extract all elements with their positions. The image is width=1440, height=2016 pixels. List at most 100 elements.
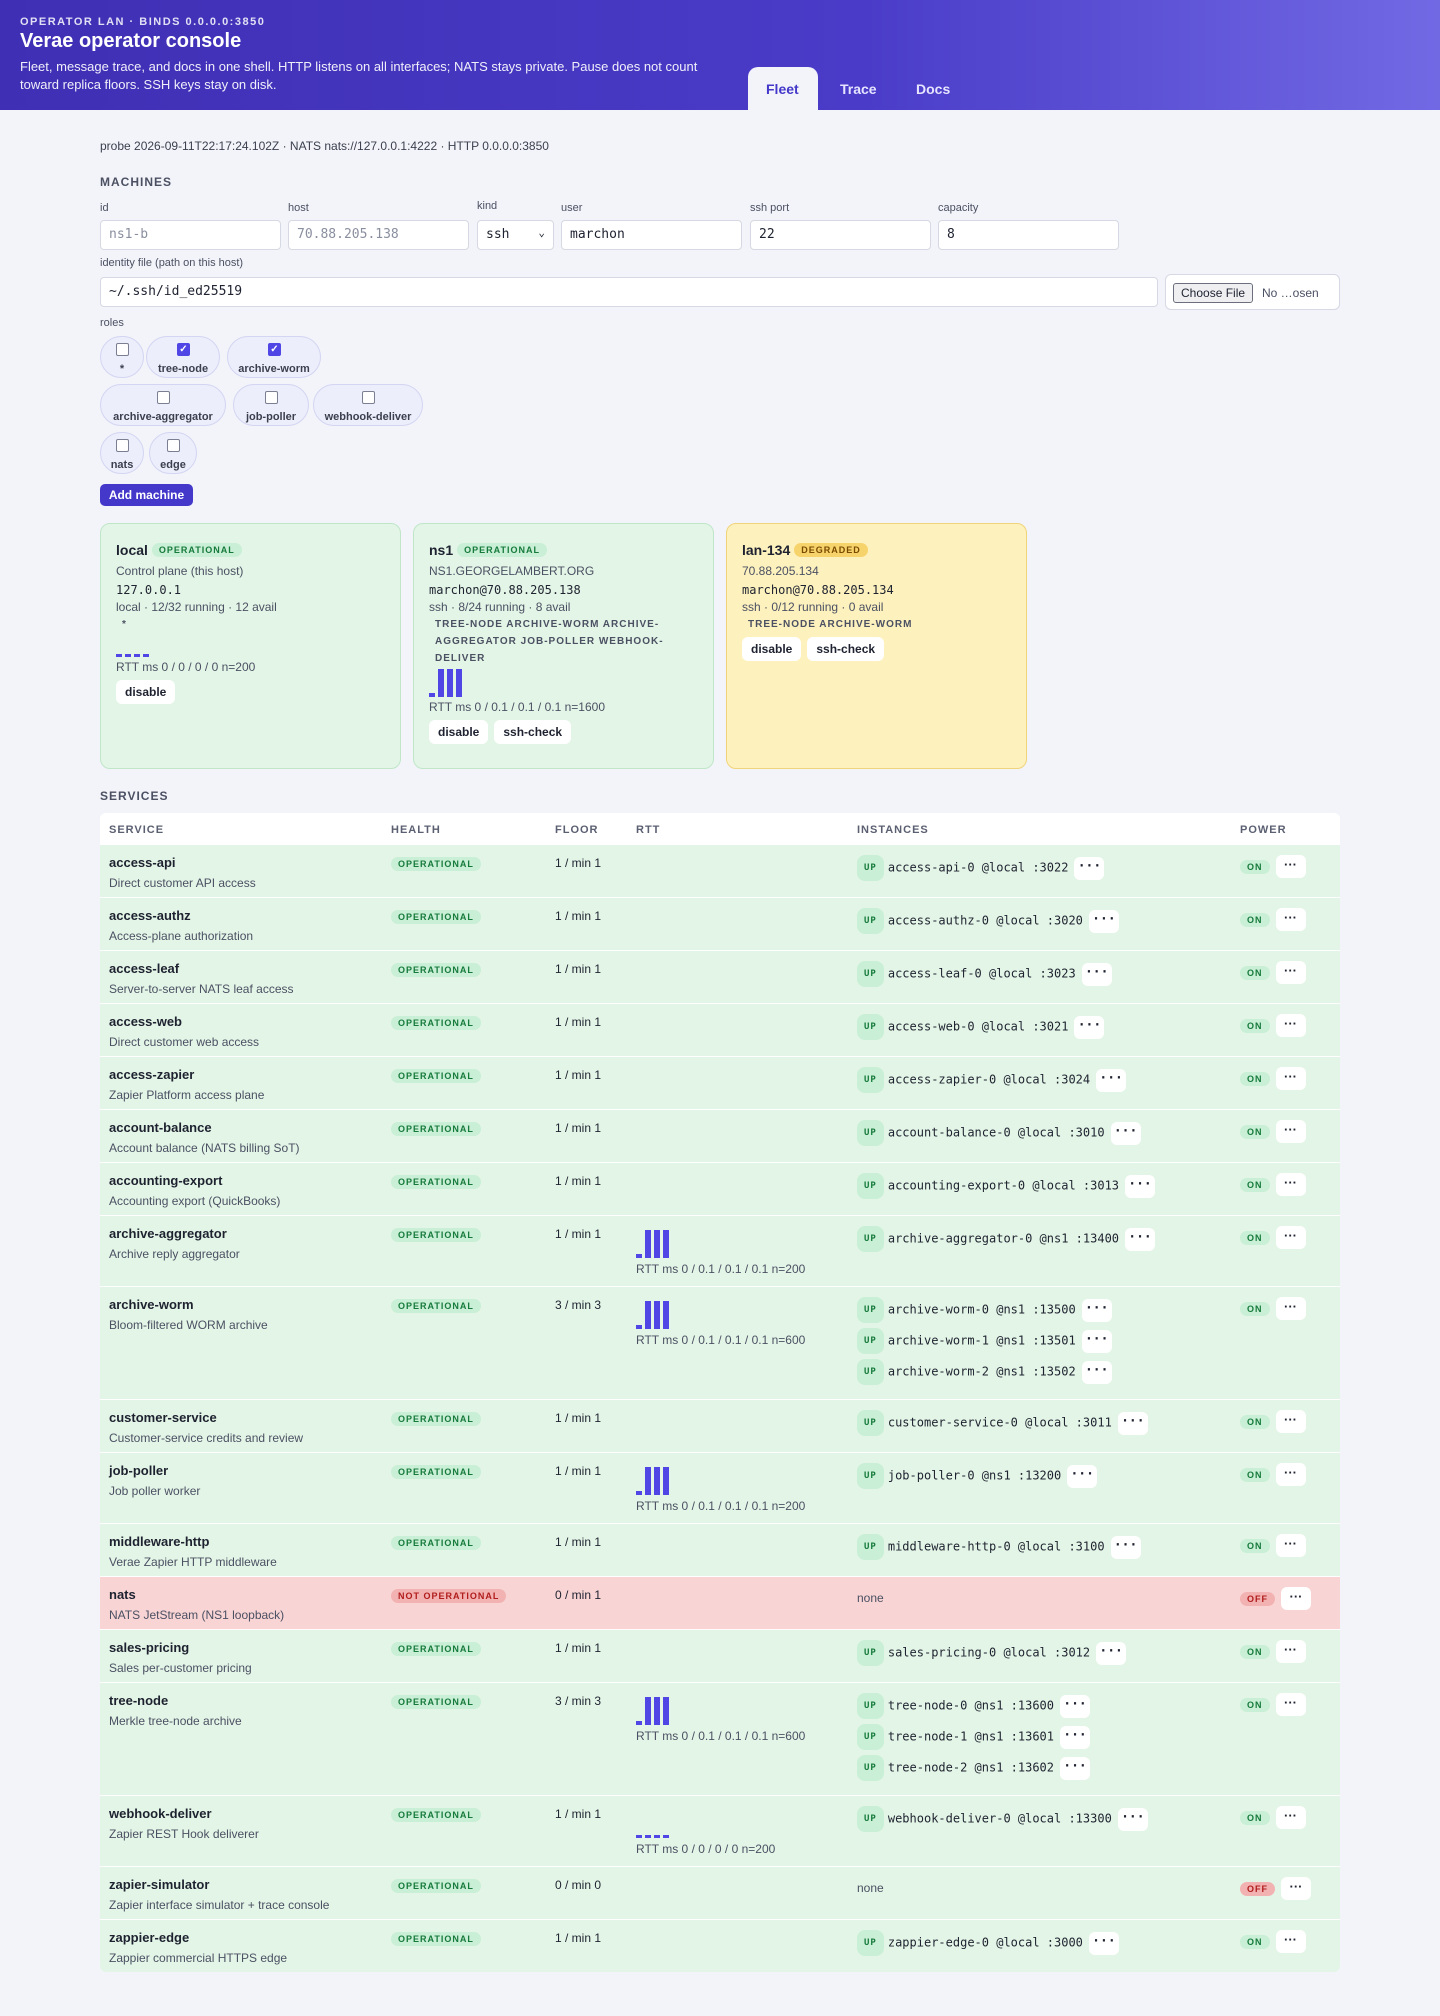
service-spark-bar — [654, 1697, 660, 1725]
health-cell: OPERATIONAL — [391, 1226, 481, 1244]
host-input[interactable]: 70.88.205.138 — [288, 220, 469, 250]
power-more-button[interactable]: ··· — [1275, 961, 1306, 984]
instance-more-button[interactable]: ··· — [1125, 1174, 1156, 1198]
ssh-check-button[interactable]: ssh-check — [807, 637, 885, 661]
power-more-button[interactable]: ··· — [1275, 1930, 1306, 1953]
instance-more-button[interactable]: ··· — [1088, 1931, 1119, 1955]
machine-actions: disable ssh-check — [429, 720, 698, 744]
power-badge[interactable]: ON — [1240, 1301, 1270, 1316]
power-badge[interactable]: ON — [1240, 1697, 1270, 1712]
power-badge[interactable]: ON — [1240, 912, 1270, 927]
tab-trace[interactable]: Trace — [822, 67, 895, 110]
instance-more-button[interactable]: ··· — [1125, 1227, 1156, 1251]
instance-more-button[interactable]: ··· — [1081, 1360, 1112, 1384]
role-checkbox[interactable] — [167, 439, 180, 452]
role-chip-4[interactable]: job-poller — [233, 384, 309, 426]
power-more-button[interactable]: ··· — [1275, 1014, 1306, 1037]
power-badge[interactable]: ON — [1240, 1810, 1270, 1825]
power-more-button[interactable]: ··· — [1275, 1297, 1306, 1320]
id-input[interactable]: ns1-b — [100, 220, 281, 250]
power-more-button[interactable]: ··· — [1281, 1587, 1311, 1610]
role-checkbox[interactable] — [157, 391, 170, 404]
power-badge[interactable]: ON — [1240, 1538, 1270, 1553]
instance-more-button[interactable]: ··· — [1067, 1464, 1098, 1488]
role-chip-3[interactable]: archive-aggregator — [100, 384, 226, 426]
role-chip-5[interactable]: webhook-deliver — [313, 384, 423, 426]
power-more-button[interactable]: ··· — [1275, 1806, 1306, 1829]
power-more-button[interactable]: ··· — [1275, 1067, 1306, 1090]
instance-more-button[interactable]: ··· — [1088, 909, 1119, 933]
power-more-button[interactable]: ··· — [1275, 1226, 1306, 1249]
table-row: zappier-edge Zappier commercial HTTPS edg… — [100, 1919, 1340, 1972]
role-checkbox[interactable] — [265, 391, 278, 404]
power-badge[interactable]: ON — [1240, 1644, 1270, 1659]
ssh-check-button[interactable]: ssh-check — [494, 720, 572, 744]
disable-button[interactable]: disable — [116, 680, 176, 704]
instance-more-button[interactable]: ··· — [1110, 1121, 1141, 1145]
power-badge[interactable]: OFF — [1240, 1881, 1275, 1896]
role-chip-6[interactable]: nats — [100, 432, 144, 474]
power-badge[interactable]: ON — [1240, 1177, 1270, 1192]
power-badge[interactable]: OFF — [1240, 1591, 1275, 1606]
instance-more-button[interactable]: ··· — [1074, 1015, 1105, 1039]
instance-more-button[interactable]: ··· — [1096, 1068, 1127, 1092]
power-more-button[interactable]: ··· — [1275, 1693, 1306, 1716]
instance-more-button[interactable]: ··· — [1060, 1756, 1091, 1780]
instance-up-badge: UP — [857, 855, 884, 881]
power-badge[interactable]: ON — [1240, 1124, 1270, 1139]
power-badge[interactable]: ON — [1240, 1414, 1270, 1429]
role-checkbox[interactable] — [362, 391, 375, 404]
identity-input[interactable]: ~/.ssh/id_ed25519 — [100, 277, 1158, 307]
ssh-port-input[interactable]: 22 — [750, 220, 931, 250]
health-cell: OPERATIONAL — [391, 1534, 481, 1552]
power-badge[interactable]: ON — [1240, 1934, 1270, 1949]
role-checkbox[interactable] — [116, 343, 129, 356]
status-badge: OPERATIONAL — [457, 542, 547, 557]
role-chip-7[interactable]: edge — [149, 432, 197, 474]
service-description: Verae Zapier HTTP middleware — [109, 1555, 277, 1569]
instance-more-button[interactable]: ··· — [1060, 1725, 1091, 1749]
instance-more-button[interactable]: ··· — [1074, 856, 1105, 880]
power-more-button[interactable]: ··· — [1275, 1640, 1306, 1663]
instances-cell: UP job-poller-0 @ns1 :13200 ··· — [857, 1463, 1098, 1494]
power-more-button[interactable]: ··· — [1275, 1463, 1306, 1486]
instance-more-button[interactable]: ··· — [1110, 1535, 1141, 1559]
role-chip-1[interactable]: ✓ tree-node — [146, 336, 220, 378]
instance-more-button[interactable]: ··· — [1081, 1298, 1112, 1322]
power-more-button[interactable]: ··· — [1275, 908, 1306, 931]
add-machine-button[interactable]: Add machine — [100, 484, 193, 506]
instance-more-button[interactable]: ··· — [1117, 1411, 1148, 1435]
tab-docs[interactable]: Docs — [898, 67, 968, 110]
power-badge[interactable]: ON — [1240, 859, 1270, 874]
power-badge[interactable]: ON — [1240, 1467, 1270, 1482]
disable-button[interactable]: disable — [429, 720, 489, 744]
instance-more-button[interactable]: ··· — [1081, 1329, 1112, 1353]
user-input[interactable]: marchon — [561, 220, 742, 250]
instance-more-button[interactable]: ··· — [1081, 962, 1112, 986]
role-checkbox[interactable] — [116, 439, 129, 452]
choose-file-button[interactable]: Choose File — [1173, 283, 1254, 303]
tab-fleet[interactable]: Fleet — [748, 67, 818, 110]
role-chip-0[interactable]: * — [100, 336, 144, 378]
role-chip-2[interactable]: ✓ archive-worm — [227, 336, 321, 378]
kind-select[interactable]: ssh ⌄ — [477, 220, 554, 250]
role-checkbox[interactable]: ✓ — [268, 343, 281, 356]
power-badge[interactable]: ON — [1240, 1230, 1270, 1245]
instance-more-button[interactable]: ··· — [1060, 1694, 1091, 1718]
capacity-input[interactable]: 8 — [938, 220, 1119, 250]
disable-button[interactable]: disable — [742, 637, 802, 661]
power-badge[interactable]: ON — [1240, 1018, 1270, 1033]
role-checkbox[interactable]: ✓ — [177, 343, 190, 356]
power-badge[interactable]: ON — [1240, 965, 1270, 980]
instance-more-button[interactable]: ··· — [1117, 1807, 1148, 1831]
power-more-button[interactable]: ··· — [1275, 1120, 1306, 1143]
power-more-button[interactable]: ··· — [1275, 855, 1306, 878]
power-more-button[interactable]: ··· — [1275, 1410, 1306, 1433]
power-more-button[interactable]: ··· — [1275, 1534, 1306, 1557]
file-picker[interactable]: Choose File No …osen — [1165, 274, 1340, 310]
power-more-button[interactable]: ··· — [1275, 1173, 1306, 1196]
power-more-button[interactable]: ··· — [1281, 1877, 1311, 1900]
power-badge[interactable]: ON — [1240, 1071, 1270, 1086]
instance-more-button[interactable]: ··· — [1096, 1641, 1127, 1665]
table-row: customer-service Customer-service credits… — [100, 1399, 1340, 1452]
